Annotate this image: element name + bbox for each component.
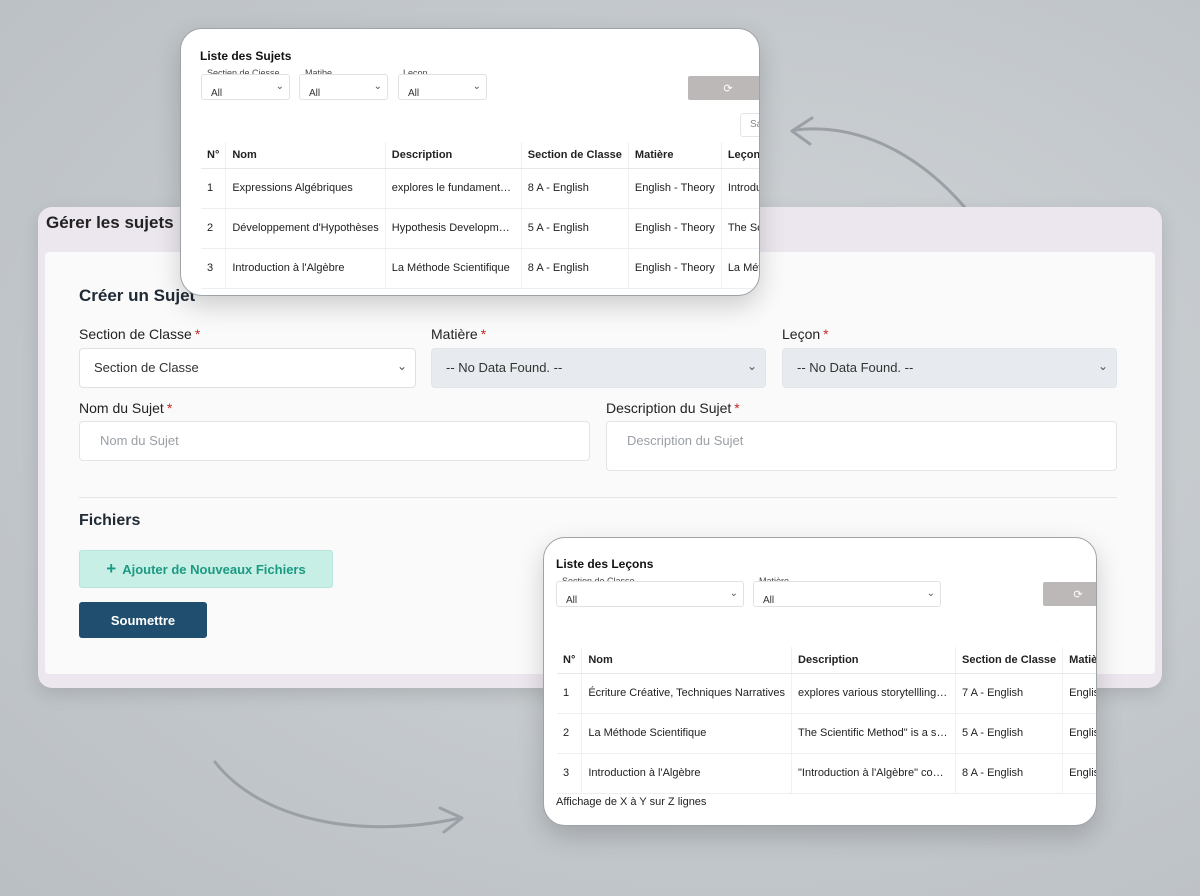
table-cell: 2 bbox=[201, 208, 227, 249]
table-cell: Écriture Créative, Techniques Narratives bbox=[581, 673, 793, 714]
table-cell: Introduction à l'Algèbre bbox=[581, 753, 793, 794]
table-cell: 3 bbox=[557, 753, 583, 794]
filter-lecon-select[interactable]: All ⌄ bbox=[398, 74, 487, 100]
column-header[interactable]: Matière bbox=[1062, 647, 1096, 674]
table-cell: 2 bbox=[557, 713, 583, 754]
matiere-label: Matière * bbox=[431, 326, 487, 342]
table-cell: 7 A - English bbox=[955, 673, 1064, 714]
nom-label: Nom du Sujet * bbox=[79, 400, 173, 416]
column-header[interactable]: Leçon bbox=[721, 142, 759, 169]
section-label: Section de Classe * bbox=[79, 326, 201, 342]
table-cell: Expressions Algébriques bbox=[225, 168, 386, 209]
table-cell: Introduction à l'Algèbre bbox=[225, 248, 386, 289]
chevron-down-icon: ⌄ bbox=[746, 359, 757, 373]
table-cell: 3 bbox=[201, 248, 227, 289]
table-cell: The Scientific Method" is a syst... bbox=[791, 713, 957, 754]
column-header[interactable]: Nom bbox=[225, 142, 386, 169]
section-select[interactable]: Section de Classe ⌄ bbox=[79, 348, 416, 388]
table-row[interactable]: 1 Expressions Algébriques explores le fu… bbox=[201, 168, 759, 209]
submit-button[interactable]: Soumettre bbox=[79, 602, 207, 638]
divider bbox=[79, 497, 1117, 498]
refresh-icon: ⟳ bbox=[1073, 588, 1083, 601]
table-row[interactable]: 2 La Méthode Scientifique The Scientific… bbox=[557, 713, 1096, 754]
table-cell: Hypothesis Development is t... bbox=[385, 208, 522, 249]
pagination-info: Affichage de X à Y sur Z lignes bbox=[556, 796, 707, 808]
table-cell: English - Theory bbox=[1062, 673, 1096, 714]
table-cell: 1 bbox=[557, 673, 583, 714]
table-row[interactable]: 3 Introduction à l'Algèbre La Méthode Sc… bbox=[201, 248, 759, 289]
lessons-list-title: Liste des Leçons bbox=[556, 557, 654, 571]
refresh-button[interactable]: ⟳ bbox=[1043, 582, 1096, 606]
search-input[interactable]: Sa bbox=[740, 113, 759, 137]
table-cell: English - Theory bbox=[628, 248, 722, 289]
table-row[interactable]: 3 Introduction à l'Algèbre "Introduction… bbox=[557, 753, 1096, 794]
table-cell: English - Theory bbox=[628, 208, 722, 249]
table-cell: 8 A - English bbox=[521, 168, 629, 209]
filter-section-select[interactable]: All ⌄ bbox=[201, 74, 290, 100]
description-label: Description du Sujet * bbox=[606, 400, 740, 416]
table-cell: 5 A - English bbox=[955, 713, 1064, 754]
column-header[interactable]: Nom bbox=[581, 647, 793, 674]
column-header[interactable]: Section de Classe bbox=[955, 647, 1064, 674]
refresh-icon: ⟳ bbox=[723, 82, 733, 95]
add-files-button[interactable]: + Ajouter de Nouveaux Fichiers bbox=[79, 550, 333, 588]
table-cell: explores le fundamental buil... bbox=[385, 168, 522, 209]
page-title: Gérer les sujets bbox=[46, 213, 174, 232]
lessons-list-card: Liste des Leçons Section de Classe All⌄ … bbox=[543, 537, 1097, 826]
chevron-down-icon: ⌄ bbox=[1097, 359, 1108, 373]
refresh-button[interactable]: ⟳ bbox=[688, 76, 759, 100]
table-cell: 5 A - English bbox=[521, 208, 629, 249]
table-cell: Développement d'Hypothèses bbox=[225, 208, 386, 249]
column-header[interactable]: N° bbox=[201, 142, 227, 169]
column-header[interactable]: Section de Classe bbox=[521, 142, 629, 169]
table-cell: La Méthode Scientifique bbox=[385, 248, 522, 289]
description-input[interactable]: Description du Sujet bbox=[606, 421, 1117, 471]
column-header[interactable]: Description bbox=[791, 647, 957, 674]
lecon-select[interactable]: -- No Data Found. -- ⌄ bbox=[782, 348, 1117, 388]
table-cell: The Scientific Method bbox=[721, 208, 759, 249]
table-row[interactable]: 1 Écriture Créative, Techniques Narrativ… bbox=[557, 673, 1096, 714]
filter-matiere-select[interactable]: All ⌄ bbox=[753, 581, 941, 607]
table-header-row: N° Nom Description Section de Classe Mat… bbox=[201, 142, 759, 169]
form-heading: Créer un Sujet bbox=[79, 286, 196, 305]
table-cell: "Introduction à l'Algèbre" cove... bbox=[791, 753, 957, 794]
column-header[interactable]: Description bbox=[385, 142, 522, 169]
table-cell: English - Theory bbox=[628, 168, 722, 209]
table-cell: explores various storytellling m... bbox=[791, 673, 957, 714]
files-heading: Fichiers bbox=[79, 512, 141, 529]
lessons-table: N° Nom Description Section de Classe Mat… bbox=[557, 647, 1096, 794]
chevron-down-icon: ⌄ bbox=[373, 81, 382, 92]
table-cell: 8 A - English bbox=[955, 753, 1064, 794]
table-header-row: N° Nom Description Section de Classe Mat… bbox=[557, 647, 1096, 674]
table-cell: La Méthode Scientifique bbox=[581, 713, 793, 754]
table-cell: 1 bbox=[201, 168, 227, 209]
chevron-down-icon: ⌄ bbox=[926, 588, 935, 599]
table-cell: La Méthode Scientifique bbox=[721, 248, 759, 289]
table-cell: 8 A - English bbox=[521, 248, 629, 289]
chevron-down-icon: ⌄ bbox=[729, 588, 738, 599]
chevron-down-icon: ⌄ bbox=[275, 81, 284, 92]
column-header[interactable]: N° bbox=[557, 647, 583, 674]
plus-icon: + bbox=[106, 559, 117, 578]
nom-input[interactable]: Nom du Sujet bbox=[79, 421, 590, 461]
table-cell: English - Theory bbox=[1062, 753, 1096, 794]
matiere-select[interactable]: -- No Data Found. -- ⌄ bbox=[431, 348, 766, 388]
chevron-down-icon: ⌄ bbox=[472, 81, 481, 92]
subjects-list-title: Liste des Sujets bbox=[200, 49, 292, 63]
table-row[interactable]: 2 Développement d'Hypothèses Hypothesis … bbox=[201, 208, 759, 249]
table-cell: Introduction to Algebra bbox=[721, 168, 759, 209]
filter-matiere-select[interactable]: All ⌄ bbox=[299, 74, 388, 100]
subjects-table: N° Nom Description Section de Classe Mat… bbox=[201, 142, 759, 289]
filter-section-select[interactable]: All ⌄ bbox=[556, 581, 744, 607]
table-cell: English - Theory bbox=[1062, 713, 1096, 754]
chevron-down-icon: ⌄ bbox=[396, 359, 407, 373]
lecon-label: Leçon * bbox=[782, 326, 829, 342]
subjects-list-card: Liste des Sujets Sectien de Ciesse All ⌄ … bbox=[180, 28, 760, 296]
column-header[interactable]: Matière bbox=[628, 142, 722, 169]
